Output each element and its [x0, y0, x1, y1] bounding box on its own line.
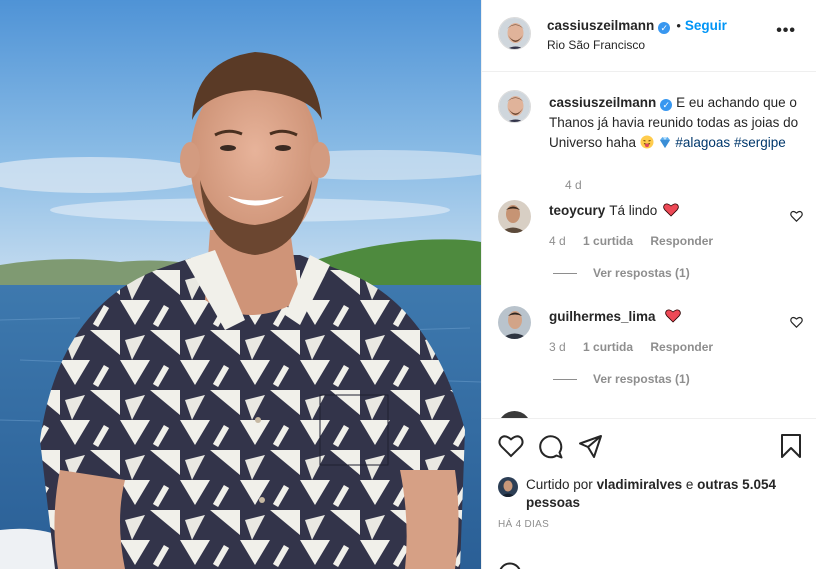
post-photo[interactable] [0, 0, 481, 569]
commenter-avatar[interactable] [498, 411, 531, 418]
comment-like-icon[interactable] [790, 316, 803, 331]
likes-connector: e [685, 477, 694, 492]
post-header: cassiuszeilmann ✓ • Seguir Rio São Francisc… [482, 0, 816, 72]
caption-timestamp[interactable]: 4 d [565, 178, 582, 192]
red-heart-emoji-icon [665, 309, 682, 326]
replies-divider [553, 379, 577, 381]
commenter-avatar[interactable] [498, 200, 531, 233]
more-options-icon[interactable]: ••• [776, 22, 796, 40]
verified-badge-icon: ✓ [660, 99, 673, 111]
hashtag-link[interactable]: #alagoas [675, 135, 730, 150]
heart-outline-icon[interactable] [498, 434, 524, 461]
post-timestamp[interactable]: HÁ 4 DIAS [498, 519, 549, 530]
comment-timestamp[interactable]: 4 d [549, 234, 566, 248]
comment-timestamp[interactable]: 3 d [549, 340, 566, 354]
post-location[interactable]: Rio São Francisco [547, 38, 645, 52]
paper-plane-icon[interactable] [578, 434, 603, 462]
caption-text: cassiuszeilmann ✓ E eu achando que o Than… [549, 93, 809, 155]
author-avatar[interactable] [498, 17, 531, 50]
hashtag-link[interactable]: #sergipe [734, 135, 786, 150]
comment-likes-count[interactable]: 1 curtida [583, 340, 633, 354]
comment-item: guilhermes_lima 3 d 1 curtida Responder … [498, 306, 803, 396]
tongue-out-emoji-icon [640, 135, 654, 155]
post-actions: Curtido por vladimiralves e outras 5.054… [482, 418, 816, 569]
emoji-picker-icon[interactable] [498, 562, 522, 569]
likes-prefix: Curtido por [526, 477, 593, 492]
caption-avatar[interactable] [498, 90, 531, 123]
comment-text: teoycury Tá lindo [549, 203, 679, 220]
follow-button[interactable]: Seguir [685, 18, 727, 33]
header-separator: • [676, 18, 681, 33]
commenter-username[interactable]: teoycury [549, 203, 605, 218]
likes-text: Curtido por vladimiralves e outras 5.054… [526, 476, 796, 512]
comment-like-icon[interactable] [790, 210, 803, 225]
commenter-avatar[interactable] [498, 306, 531, 339]
liker-username[interactable]: vladimiralves [597, 477, 683, 492]
post-image [0, 0, 481, 569]
view-replies-button[interactable]: Ver respostas (1) [553, 266, 690, 280]
post-detail-panel: cassiuszeilmann ✓ • Seguir Rio São Francisc… [481, 0, 816, 569]
comments-list[interactable]: cassiuszeilmann ✓ E eu achando que o Than… [482, 73, 816, 418]
gem-emoji-icon [658, 135, 672, 155]
comment-meta: 4 d 1 curtida Responder [549, 234, 727, 248]
comment-text: guilhermes_lima [549, 309, 682, 326]
reply-button[interactable]: Responder [650, 340, 713, 354]
liker-avatar[interactable] [498, 477, 518, 497]
caption-username[interactable]: cassiuszeilmann [549, 95, 656, 110]
reply-button[interactable]: Responder [650, 234, 713, 248]
bookmark-icon[interactable] [780, 433, 802, 462]
red-heart-emoji-icon [663, 203, 679, 220]
comment-likes-count[interactable]: 1 curtida [583, 234, 633, 248]
view-replies-button[interactable]: Ver respostas (1) [553, 372, 690, 386]
commenter-username[interactable]: guilhermes_lima [549, 309, 656, 324]
comment-meta: 3 d 1 curtida Responder [549, 340, 727, 354]
comment-body: Tá lindo [609, 203, 658, 218]
author-username[interactable]: cassiuszeilmann [547, 18, 654, 33]
verified-badge-icon: ✓ [658, 22, 671, 34]
replies-divider [553, 273, 577, 275]
comment-item: teoycury Tá lindo 4 d 1 curtida Responder… [498, 200, 803, 290]
speech-bubble-icon[interactable] [538, 434, 563, 462]
